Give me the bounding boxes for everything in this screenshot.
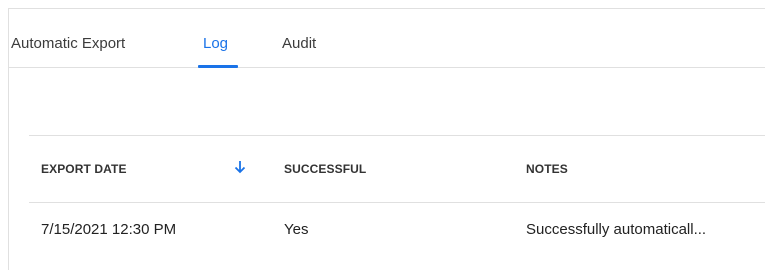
active-tab-indicator xyxy=(198,65,238,68)
cell-successful: Yes xyxy=(284,221,309,238)
cell-notes: Successfully automaticall... xyxy=(526,221,707,238)
column-header-notes[interactable]: NOTES xyxy=(526,162,568,176)
column-header-export-date[interactable]: EXPORT DATE xyxy=(41,162,127,176)
tab-audit[interactable]: Audit xyxy=(282,35,316,52)
tab-bar: Automatic Export Log Audit xyxy=(9,9,765,68)
table-header: EXPORT DATE SUCCESSFUL NOTES xyxy=(29,136,765,203)
cell-export-date: 7/15/2021 12:30 PM xyxy=(41,221,177,238)
column-header-successful[interactable]: SUCCESSFUL xyxy=(284,162,366,176)
tab-log[interactable]: Log xyxy=(203,35,228,52)
arrow-down-icon[interactable] xyxy=(233,159,247,175)
log-table: EXPORT DATE SUCCESSFUL NOTES 7/15/2021 1… xyxy=(29,135,765,259)
table-row[interactable]: 7/15/2021 12:30 PM Yes Successfully auto… xyxy=(29,203,765,259)
export-panel: Automatic Export Log Audit EXPORT DATE S… xyxy=(8,8,765,270)
tab-automatic-export[interactable]: Automatic Export xyxy=(11,35,125,52)
